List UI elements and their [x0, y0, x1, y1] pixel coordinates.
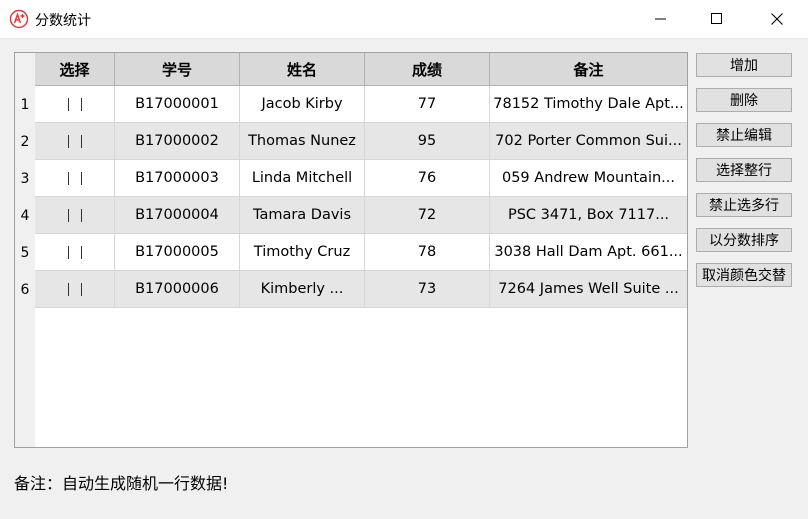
select-cell[interactable] — [35, 197, 115, 234]
disable-edit-button[interactable]: 禁止编辑 — [696, 123, 792, 147]
select-cell[interactable] — [35, 86, 115, 123]
student-id-cell[interactable]: B17000005 — [115, 234, 240, 271]
table-row[interactable]: B17000002 Thomas Nunez 95 702 Porter Com… — [35, 123, 687, 160]
minimize-button[interactable] — [638, 0, 684, 38]
score-cell[interactable]: 73 — [365, 271, 490, 308]
select-cell[interactable] — [35, 160, 115, 197]
table-row[interactable]: B17000003 Linda Mitchell 76 059 Andrew M… — [35, 160, 687, 197]
close-icon — [771, 13, 783, 25]
maximize-icon — [711, 13, 722, 24]
remark-cell[interactable]: 78152 Timothy Dale Apt... — [490, 86, 687, 123]
row-number[interactable]: 2 — [15, 123, 35, 160]
score-cell[interactable]: 72 — [365, 197, 490, 234]
select-cell[interactable] — [35, 271, 115, 308]
row-checkbox[interactable] — [67, 134, 82, 148]
score-cell[interactable]: 77 — [365, 86, 490, 123]
close-button[interactable] — [754, 0, 800, 38]
window-title: 分数统计 — [35, 13, 91, 29]
remark-cell[interactable]: 059 Andrew Mountain... — [490, 160, 687, 197]
student-id-cell[interactable]: B17000002 — [115, 123, 240, 160]
row-number[interactable]: 6 — [15, 271, 35, 308]
row-number[interactable]: 5 — [15, 234, 35, 271]
row-checkbox[interactable] — [67, 208, 82, 222]
remark-cell[interactable]: 702 Porter Common Sui... — [490, 123, 687, 160]
row-number[interactable]: 1 — [15, 86, 35, 123]
delete-button[interactable]: 删除 — [696, 88, 792, 112]
score-cell[interactable]: 78 — [365, 234, 490, 271]
note-label: 备注：自动生成随机一行数据! — [14, 474, 229, 493]
disable-multi-select-button[interactable]: 禁止选多行 — [696, 193, 792, 217]
table-row[interactable]: B17000006 Kimberly ... 73 7264 James Wel… — [35, 271, 687, 308]
cancel-alternating-colors-button[interactable]: 取消颜色交替 — [696, 263, 792, 287]
column-header-score[interactable]: 成绩 — [365, 53, 490, 86]
column-header-name[interactable]: 姓名 — [240, 53, 365, 86]
name-cell[interactable]: Kimberly ... — [240, 271, 365, 308]
row-number[interactable]: 3 — [15, 160, 35, 197]
select-cell[interactable] — [35, 234, 115, 271]
student-id-cell[interactable]: B17000006 — [115, 271, 240, 308]
name-cell[interactable]: Timothy Cruz — [240, 234, 365, 271]
score-cell[interactable]: 76 — [365, 160, 490, 197]
table-row[interactable]: B17000005 Timothy Cruz 78 3038 Hall Dam … — [35, 234, 687, 271]
student-id-cell[interactable]: B17000004 — [115, 197, 240, 234]
name-cell[interactable]: Jacob Kirby — [240, 86, 365, 123]
name-cell[interactable]: Thomas Nunez — [240, 123, 365, 160]
row-checkbox[interactable] — [67, 97, 82, 111]
select-whole-row-button[interactable]: 选择整行 — [696, 158, 792, 182]
student-id-cell[interactable]: B17000001 — [115, 86, 240, 123]
maximize-button[interactable] — [694, 0, 740, 38]
column-header-select[interactable]: 选择 — [35, 53, 115, 86]
add-button[interactable]: 增加 — [696, 53, 792, 77]
student-id-cell[interactable]: B17000003 — [115, 160, 240, 197]
remark-cell[interactable]: PSC 3471, Box 7117... — [490, 197, 687, 234]
sort-by-score-button[interactable]: 以分数排序 — [696, 228, 792, 252]
name-cell[interactable]: Tamara Davis — [240, 197, 365, 234]
row-checkbox[interactable] — [67, 171, 82, 185]
table-row[interactable]: B17000001 Jacob Kirby 77 78152 Timothy D… — [35, 86, 687, 123]
remark-cell[interactable]: 7264 James Well Suite ... — [490, 271, 687, 308]
grade-a-plus-icon — [9, 9, 29, 29]
column-header-student-id[interactable]: 学号 — [115, 53, 240, 86]
score-cell[interactable]: 95 — [365, 123, 490, 160]
row-checkbox[interactable] — [67, 282, 82, 296]
table-row[interactable]: B17000004 Tamara Davis 72 PSC 3471, Box … — [35, 197, 687, 234]
title-bar: 分数统计 — [0, 0, 808, 39]
score-table[interactable]: 选择 学号 姓名 成绩 备注 1 B17000001 Jacob Kirby 7… — [14, 52, 688, 448]
minimize-icon — [655, 18, 666, 20]
row-number[interactable]: 4 — [15, 197, 35, 234]
name-cell[interactable]: Linda Mitchell — [240, 160, 365, 197]
row-checkbox[interactable] — [67, 245, 82, 259]
remark-cell[interactable]: 3038 Hall Dam Apt. 661... — [490, 234, 687, 271]
column-header-remark[interactable]: 备注 — [490, 53, 687, 86]
select-cell[interactable] — [35, 123, 115, 160]
